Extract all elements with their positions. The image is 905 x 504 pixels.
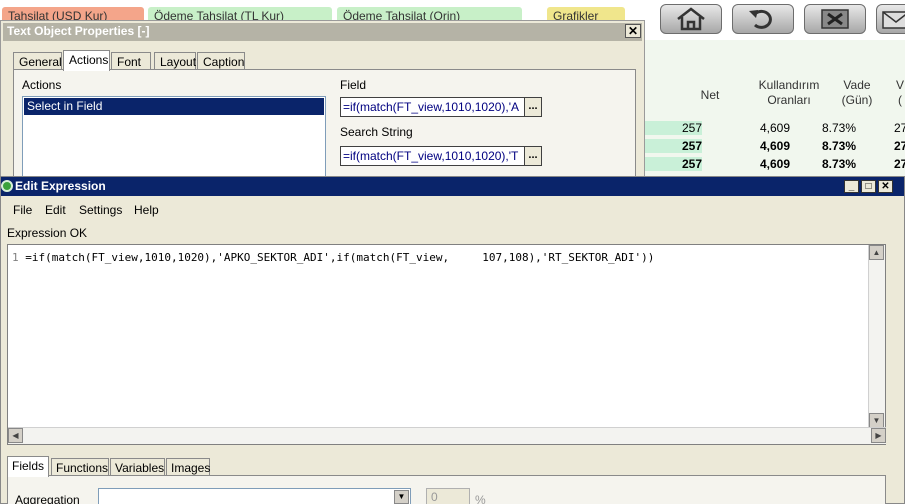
dialog-title: Text Object Properties [-]: [7, 24, 150, 38]
search-string-input[interactable]: =if(match(FT_view,1010,1020),'T: [340, 146, 542, 166]
table-cell: 257: [642, 139, 702, 153]
minimize-button[interactable]: _: [844, 180, 859, 193]
table-row: 257 4,609 8.73% 273: [642, 119, 905, 137]
percent-unit: %: [475, 493, 486, 504]
home-icon: [677, 7, 705, 31]
field-expression-button[interactable]: ...: [524, 97, 542, 117]
table-cell: 273: [893, 139, 905, 153]
dialog-titlebar[interactable]: Text Object Properties [-]: [3, 23, 642, 41]
aggregation-label: Aggregation: [15, 493, 80, 504]
undo-button[interactable]: [732, 4, 794, 34]
field-label: Field: [340, 78, 367, 92]
table-cell: 4,609: [759, 121, 790, 135]
table-cell: 4,609: [759, 157, 790, 171]
text-object-properties-dialog: Text Object Properties [-] ✕ General Act…: [0, 20, 645, 180]
close-button[interactable]: ✕: [878, 180, 893, 193]
table-cell: 273: [893, 121, 905, 135]
close-button[interactable]: ✕: [625, 24, 641, 38]
table-cell: 4,609: [759, 139, 790, 153]
menu-edit[interactable]: Edit: [45, 203, 66, 217]
table-row: 257 4,609 8.73% 273: [642, 155, 905, 173]
column-header-v-line2: (: [898, 93, 902, 107]
menu-settings[interactable]: Settings: [79, 203, 122, 217]
edit-expression-window: Edit Expression _ □ ✕ File Edit Settings…: [0, 176, 905, 504]
column-header-vade: Vade (Gün): [836, 78, 878, 108]
vertical-scrollbar[interactable]: ▲ ▼: [868, 245, 885, 428]
field-input[interactable]: =if(match(FT_view,1010,1020),'A: [340, 97, 542, 117]
home-button[interactable]: [660, 4, 722, 34]
column-header-usage-line1: Kullandırım: [758, 78, 820, 92]
chevron-down-icon[interactable]: ▼: [394, 490, 409, 504]
table-cell: 8.73%: [821, 139, 856, 153]
list-item[interactable]: Select in Field: [24, 98, 324, 115]
close-icon: ✕: [881, 181, 890, 192]
column-header-v-line1: V: [895, 78, 904, 92]
line-number: 1: [12, 251, 19, 264]
column-header-usage-line2: Oranları: [767, 93, 811, 107]
menu-help[interactable]: Help: [134, 203, 159, 217]
column-header-vade-line1: Vade: [843, 78, 871, 92]
percent-input[interactable]: 0: [426, 488, 470, 504]
maximize-icon: □: [865, 181, 872, 192]
qlikview-app-icon: [1, 180, 13, 192]
expression-status: Expression OK: [7, 226, 88, 240]
aggregation-select[interactable]: ▼: [98, 488, 411, 504]
column-header-v: V (: [893, 78, 905, 108]
expression-text: =if(match(FT_view,1010,1020),'APKO_SEKTO…: [25, 251, 655, 264]
table-cell: 257: [642, 157, 702, 171]
tab-actions[interactable]: Actions: [63, 50, 110, 71]
table-cell: 273: [893, 157, 905, 171]
scroll-left-icon[interactable]: ◀: [8, 428, 23, 443]
table-cell: 8.73%: [821, 157, 856, 171]
search-string-expression-button[interactable]: ...: [524, 146, 542, 166]
menu-file[interactable]: File: [13, 203, 32, 217]
mail-icon: [882, 11, 905, 29]
expression-editor[interactable]: 1 =if(match(FT_view,1010,1020),'APKO_SEK…: [7, 244, 886, 445]
column-header-usage: Kullandırım Oranları: [748, 78, 830, 108]
tab-fields[interactable]: Fields: [7, 456, 49, 477]
window-title: Edit Expression: [15, 179, 106, 193]
mail-button[interactable]: [876, 4, 905, 34]
code-line: 1 =if(match(FT_view,1010,1020),'APKO_SEK…: [12, 251, 654, 264]
column-header-net: Net: [700, 88, 720, 102]
actions-label: Actions: [22, 78, 62, 92]
scroll-right-icon[interactable]: ▶: [871, 428, 886, 443]
search-string-label: Search String: [340, 125, 413, 139]
table-row: 257 4,609 8.73% 273: [642, 137, 905, 155]
clear-icon: [821, 9, 849, 29]
table-cell: 257: [642, 121, 702, 135]
menu-bar: File Edit Settings Help: [1, 198, 904, 220]
close-icon: ✕: [627, 24, 639, 38]
maximize-button[interactable]: □: [861, 180, 876, 193]
undo-icon: [749, 9, 772, 29]
column-header-vade-line2: (Gün): [841, 93, 873, 107]
actions-listbox[interactable]: Select in Field: [22, 96, 326, 178]
scroll-up-icon[interactable]: ▲: [869, 245, 884, 260]
clear-button[interactable]: [804, 4, 866, 34]
horizontal-scrollbar[interactable]: ◀ ▶: [8, 427, 886, 444]
table-cell: 8.73%: [821, 121, 856, 135]
window-titlebar[interactable]: Edit Expression: [1, 177, 904, 196]
scroll-down-icon[interactable]: ▼: [869, 413, 884, 428]
minimize-icon: _: [848, 181, 855, 192]
